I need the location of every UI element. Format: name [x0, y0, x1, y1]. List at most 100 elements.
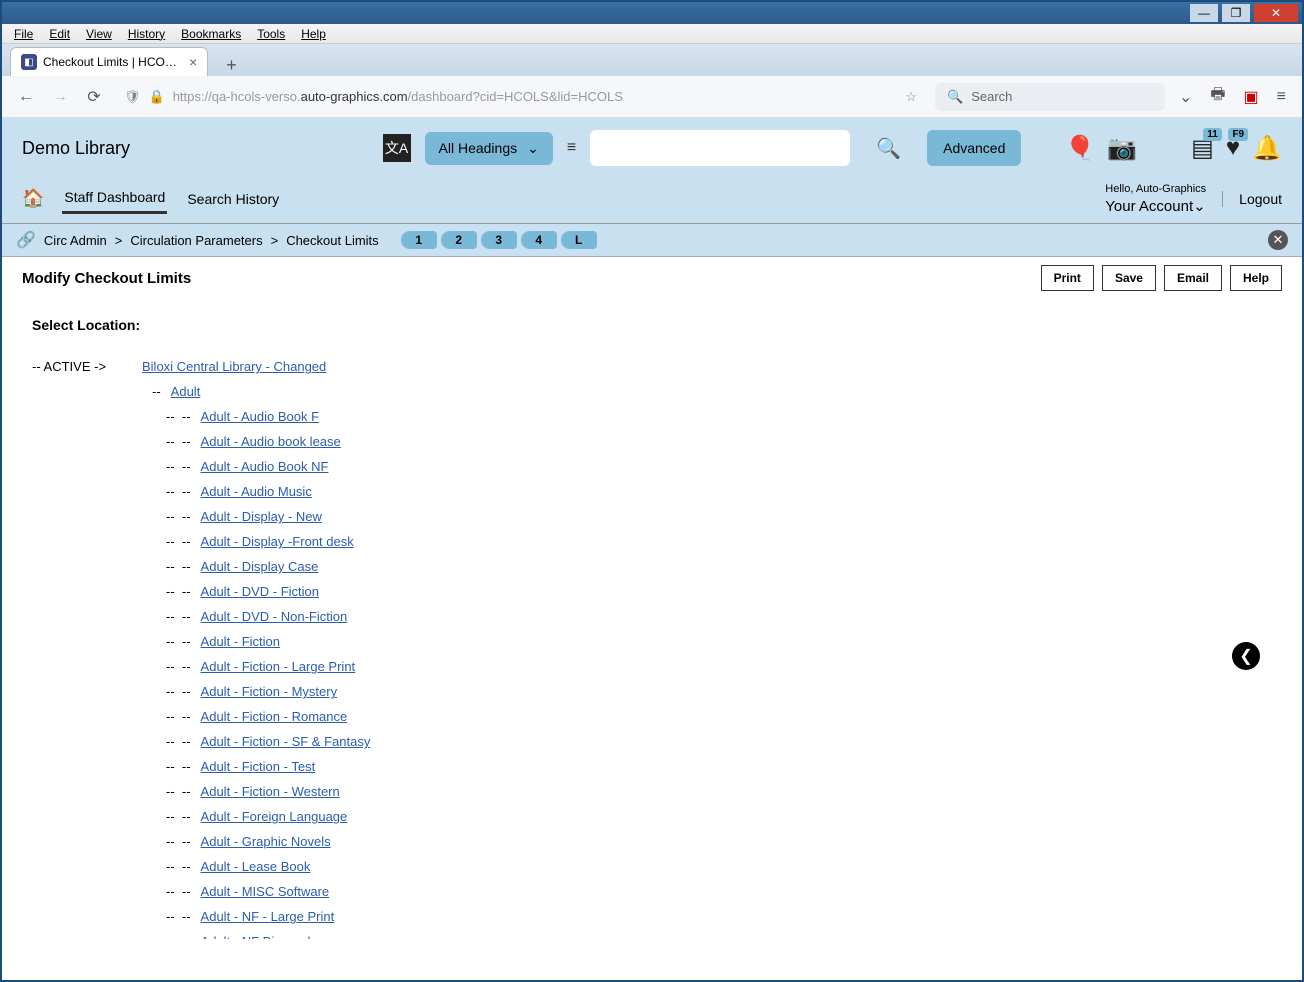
- history-pill-4[interactable]: 4: [521, 231, 557, 249]
- select-location-label: Select Location:: [32, 317, 1272, 333]
- location-link[interactable]: Adult - Display - New: [201, 509, 322, 524]
- balloon-icon[interactable]: 🎈: [1065, 134, 1095, 163]
- nav-staff-dashboard[interactable]: Staff Dashboard: [62, 183, 167, 214]
- tree-row: -- --Adult - NF Biography: [166, 934, 1272, 939]
- tree-row: -- --Adult - NF - Large Print: [166, 909, 1272, 924]
- breadcrumb-bar: 🔗 Circ Admin > Circulation Parameters > …: [2, 224, 1302, 257]
- location-link[interactable]: Adult - Display Case: [201, 559, 319, 574]
- location-link[interactable]: Adult - NF Biography: [201, 934, 322, 939]
- back-button[interactable]: ←: [14, 85, 38, 109]
- lock-icon: 🔒: [149, 89, 165, 105]
- page-title: Modify Checkout Limits: [22, 270, 191, 287]
- help-button[interactable]: Help: [1230, 265, 1282, 291]
- history-pill-2[interactable]: 2: [441, 231, 477, 249]
- location-link[interactable]: Adult - Fiction - Test: [201, 759, 316, 774]
- database-icon[interactable]: ≡: [567, 139, 576, 157]
- close-breadcrumb-icon[interactable]: ✕: [1268, 230, 1288, 250]
- location-link[interactable]: Adult - NF - Large Print: [201, 909, 335, 924]
- new-tab-button[interactable]: +: [218, 55, 245, 76]
- advanced-search-button[interactable]: Advanced: [927, 130, 1021, 166]
- maximize-button[interactable]: ❐: [1222, 4, 1250, 22]
- location-link[interactable]: Adult - Fiction - Western: [201, 784, 340, 799]
- history-pill-l[interactable]: L: [561, 231, 597, 249]
- history-pill-3[interactable]: 3: [481, 231, 517, 249]
- headings-dropdown[interactable]: All Headings ⌄: [425, 132, 553, 165]
- email-button[interactable]: Email: [1164, 265, 1222, 291]
- link-icon: 🔗: [16, 230, 36, 250]
- address-bar: ← → ⟳ 🛡 🔒 https://qa-hcols-verso.auto-gr…: [2, 76, 1302, 118]
- location-link[interactable]: Adult - Fiction - Large Print: [201, 659, 356, 674]
- location-link[interactable]: Adult - Graphic Novels: [201, 834, 331, 849]
- location-link[interactable]: Adult - DVD - Non-Fiction: [201, 609, 348, 624]
- minimize-button[interactable]: —: [1190, 4, 1218, 22]
- location-root-link[interactable]: Biloxi Central Library - Changed: [142, 359, 326, 374]
- print-icon[interactable]: 🖶: [1206, 83, 1229, 110]
- heart-icon[interactable]: ♥F9: [1226, 134, 1240, 162]
- pocket-icon[interactable]: ⌄: [1175, 87, 1196, 107]
- heart-badge: F9: [1228, 128, 1248, 141]
- menu-file[interactable]: File: [6, 27, 41, 41]
- location-link[interactable]: Adult - Audio book lease: [201, 434, 341, 449]
- headings-label: All Headings: [439, 140, 518, 156]
- tree-row: -- --Adult - Graphic Novels: [166, 834, 1272, 849]
- search-placeholder: Search: [971, 89, 1012, 104]
- print-button[interactable]: Print: [1041, 265, 1094, 291]
- menu-edit[interactable]: Edit: [41, 27, 78, 41]
- menu-tools[interactable]: Tools: [249, 27, 293, 41]
- tree-row: -- --Adult - Fiction - Romance: [166, 709, 1272, 724]
- location-link[interactable]: Adult - Fiction - SF & Fantasy: [201, 734, 371, 749]
- bookmark-star-icon[interactable]: ☆: [905, 89, 917, 105]
- location-link[interactable]: Adult - Audio Music: [201, 484, 312, 499]
- account-area: Hello, Auto-Graphics Your Account⌄ Logou…: [1105, 182, 1282, 215]
- nav-search-history[interactable]: Search History: [185, 185, 281, 213]
- menu-help[interactable]: Help: [293, 27, 334, 41]
- home-icon[interactable]: 🏠: [22, 188, 44, 209]
- tab-favicon-icon: ◧: [21, 54, 37, 70]
- tree-root-row: -- ACTIVE -> Biloxi Central Library - Ch…: [32, 359, 1272, 374]
- catalog-search-input[interactable]: [590, 130, 850, 166]
- logout-link[interactable]: Logout: [1222, 191, 1282, 207]
- reload-button[interactable]: ⟳: [82, 85, 106, 109]
- location-link[interactable]: Adult - Lease Book: [201, 859, 311, 874]
- location-link[interactable]: Adult - Fiction - Romance: [201, 709, 348, 724]
- history-pill-1[interactable]: 1: [401, 231, 437, 249]
- card-badge: 11: [1203, 128, 1222, 141]
- tree-row: -- --Adult - Fiction - Mystery: [166, 684, 1272, 699]
- tree-row: -- --Adult - DVD - Fiction: [166, 584, 1272, 599]
- hamburger-menu-icon[interactable]: ≡: [1273, 88, 1290, 106]
- location-link[interactable]: Adult - Foreign Language: [201, 809, 348, 824]
- location-link[interactable]: Adult - Audio Book NF: [201, 459, 329, 474]
- browser-tab[interactable]: ◧ Checkout Limits | HCOLS | hcol ×: [10, 47, 208, 76]
- location-link[interactable]: Adult - Display -Front desk: [201, 534, 354, 549]
- menu-view[interactable]: View: [78, 27, 120, 41]
- location-link[interactable]: Adult - MISC Software: [201, 884, 330, 899]
- save-button[interactable]: Save: [1102, 265, 1156, 291]
- location-link[interactable]: Adult - Audio Book F: [201, 409, 320, 424]
- browser-search-input[interactable]: 🔍 Search: [935, 83, 1165, 111]
- bell-icon[interactable]: 🔔: [1252, 134, 1282, 163]
- language-icon[interactable]: 文A: [383, 134, 411, 162]
- tab-close-icon[interactable]: ×: [189, 54, 197, 70]
- camera-icon[interactable]: 📷: [1107, 134, 1137, 163]
- header-icons: 🎈 📷 ▤11 ♥F9 🔔: [1065, 134, 1282, 163]
- expand-panel-button[interactable]: ❮: [1232, 642, 1260, 670]
- location-link[interactable]: Adult - Fiction - Mystery: [201, 684, 338, 699]
- menu-bookmarks[interactable]: Bookmarks: [173, 27, 249, 41]
- breadcrumb-circ-admin[interactable]: Circ Admin: [44, 233, 107, 248]
- close-window-button[interactable]: ✕: [1254, 4, 1298, 22]
- location-link-adult[interactable]: Adult: [171, 384, 201, 399]
- card-icon[interactable]: ▤11: [1191, 134, 1214, 163]
- breadcrumb-circulation-parameters[interactable]: Circulation Parameters: [130, 233, 262, 248]
- location-link[interactable]: Adult - Fiction: [201, 634, 280, 649]
- menu-history[interactable]: History: [120, 27, 173, 41]
- library-name: Demo Library: [22, 138, 130, 159]
- location-link[interactable]: Adult - DVD - Fiction: [201, 584, 319, 599]
- page-titlebar: Modify Checkout Limits Print Save Email …: [2, 257, 1302, 299]
- tab-bar: ◧ Checkout Limits | HCOLS | hcol × +: [2, 44, 1302, 76]
- account-dropdown[interactable]: Your Account⌄: [1105, 197, 1206, 215]
- url-bar[interactable]: 🛡 🔒 https://qa-hcols-verso.auto-graphics…: [116, 85, 925, 109]
- forward-button[interactable]: →: [48, 85, 72, 109]
- catalog-search-button[interactable]: 🔍: [864, 136, 913, 161]
- extension-icon[interactable]: ▣: [1240, 87, 1263, 107]
- tree-row: -- --Adult - Audio book lease: [166, 434, 1272, 449]
